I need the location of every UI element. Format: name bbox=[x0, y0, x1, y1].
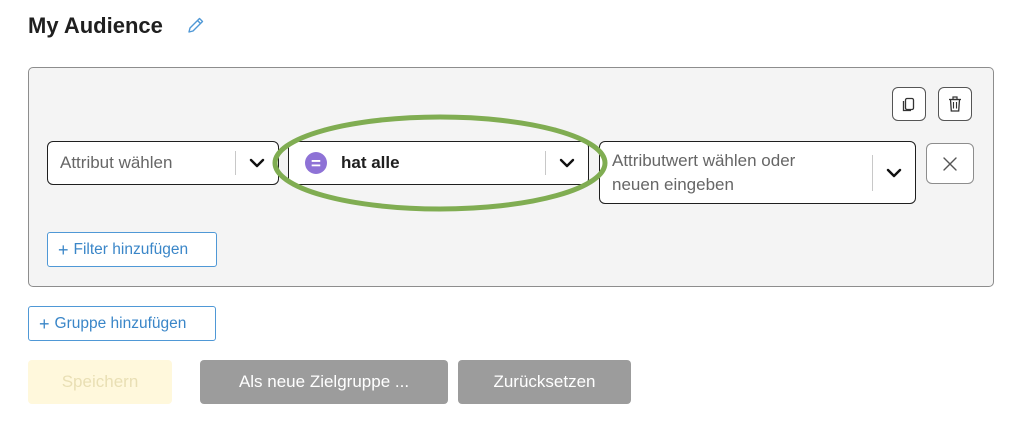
add-group-button[interactable]: + Gruppe hinzufügen bbox=[28, 306, 216, 341]
operator-select-value: hat alle bbox=[341, 153, 400, 172]
attribute-value-placeholder-line1: Attributwert wählen oder bbox=[612, 150, 796, 170]
equals-badge-icon: = bbox=[305, 152, 327, 174]
chevron-down-icon[interactable] bbox=[873, 168, 915, 178]
add-filter-label: Filter hinzufügen bbox=[73, 240, 189, 258]
chevron-down-icon[interactable] bbox=[546, 158, 588, 168]
attribute-value-placeholder: Attributwert wählen oder neuen eingeben bbox=[600, 149, 872, 197]
edit-pencil-icon[interactable] bbox=[186, 15, 206, 35]
save-as-new-audience-button[interactable]: Als neue Zielgruppe ... bbox=[200, 360, 448, 404]
delete-group-button[interactable] bbox=[938, 87, 972, 121]
page-title: My Audience bbox=[28, 13, 163, 38]
attribute-value-select[interactable]: Attributwert wählen oder neuen eingeben bbox=[599, 141, 916, 204]
trash-icon bbox=[949, 96, 961, 112]
plus-icon: + bbox=[39, 313, 50, 334]
operator-select[interactable]: = hat alle bbox=[288, 141, 589, 185]
attribute-select[interactable]: Attribut wählen bbox=[47, 141, 279, 185]
attribute-value-placeholder-line2: neuen eingeben bbox=[612, 174, 734, 194]
chevron-down-icon[interactable] bbox=[236, 158, 278, 168]
copy-group-button[interactable] bbox=[892, 87, 926, 121]
add-filter-button[interactable]: + Filter hinzufügen bbox=[47, 232, 217, 267]
plus-icon: + bbox=[58, 239, 69, 260]
attribute-select-placeholder: Attribut wählen bbox=[60, 153, 173, 172]
remove-filter-button[interactable] bbox=[926, 143, 974, 184]
close-icon bbox=[943, 156, 957, 171]
reset-button[interactable]: Zurücksetzen bbox=[458, 360, 631, 404]
copy-icon bbox=[902, 97, 915, 112]
save-button[interactable]: Speichern bbox=[28, 360, 172, 404]
add-group-label: Gruppe hinzufügen bbox=[54, 314, 187, 332]
